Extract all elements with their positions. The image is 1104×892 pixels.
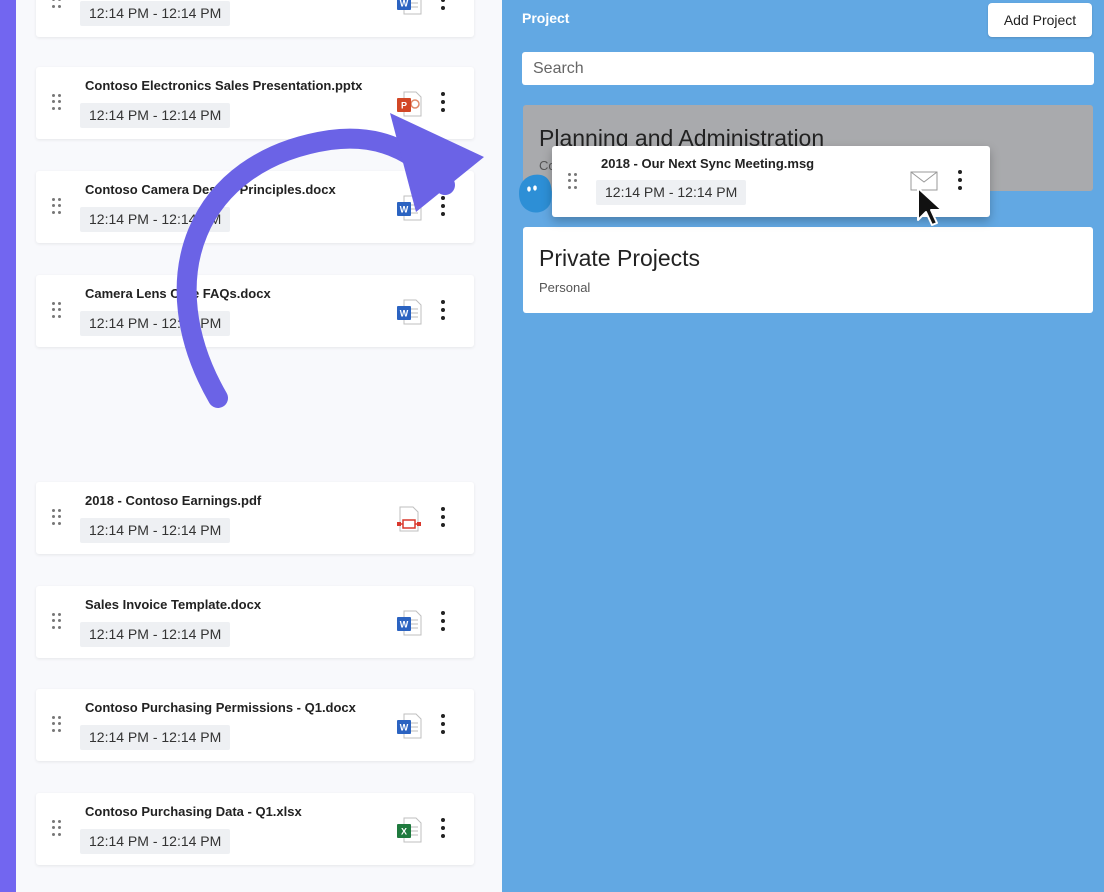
file-card[interactable]: Contoso Purchasing Data - Q1.xlsx 12:14 … bbox=[36, 793, 474, 865]
svg-text:W: W bbox=[400, 309, 409, 319]
drag-handle-icon[interactable] bbox=[52, 94, 62, 110]
time-chip: 12:14 PM - 12:14 PM bbox=[80, 518, 231, 543]
time-chip: 12:14 PM - 12:14 PM bbox=[80, 207, 231, 232]
powerpoint-icon: P bbox=[397, 91, 422, 117]
projects-panel: Project Add Project Planning and Adminis… bbox=[502, 0, 1104, 892]
drag-handle-icon[interactable] bbox=[52, 613, 62, 629]
add-project-button[interactable]: Add Project bbox=[988, 3, 1092, 37]
time-chip: 12:14 PM - 12:14 PM bbox=[80, 311, 231, 336]
time-chip: 12:14 PM - 12:14 PM bbox=[80, 725, 231, 750]
file-name: 2018 - Contoso Earnings.pdf bbox=[85, 493, 262, 508]
drag-handle-icon[interactable] bbox=[52, 302, 62, 318]
more-options-icon[interactable] bbox=[439, 507, 447, 527]
file-name: 2018 - Our Next Sync Meeting.msg bbox=[601, 156, 815, 171]
drag-handle-icon[interactable] bbox=[52, 716, 62, 732]
excel-icon: X bbox=[397, 817, 422, 843]
word-icon: W bbox=[397, 713, 422, 739]
svg-text:W: W bbox=[400, 0, 409, 9]
project-name: Private Projects bbox=[539, 245, 701, 271]
file-list-panel: 12:14 PM - 12:14 PM W Contoso Electronic… bbox=[16, 0, 502, 892]
more-options-icon[interactable] bbox=[439, 300, 447, 320]
more-options-icon[interactable] bbox=[439, 92, 447, 112]
drag-handle-icon[interactable] bbox=[52, 198, 62, 214]
file-card[interactable]: Contoso Camera Design Principles.docx 12… bbox=[36, 171, 474, 243]
time-chip: 12:14 PM - 12:14 PM bbox=[80, 622, 231, 647]
project-subtitle: Personal bbox=[539, 280, 591, 295]
mascot-icon bbox=[519, 174, 552, 213]
word-icon: W bbox=[397, 610, 422, 636]
svg-text:X: X bbox=[401, 827, 407, 837]
svg-text:W: W bbox=[400, 620, 409, 630]
svg-text:W: W bbox=[400, 723, 409, 733]
more-options-icon[interactable] bbox=[956, 170, 964, 190]
drag-handle-icon[interactable] bbox=[52, 0, 62, 8]
file-name: Sales Invoice Template.docx bbox=[85, 597, 262, 612]
file-name: Camera Lens Care FAQs.docx bbox=[85, 286, 271, 301]
file-card[interactable]: Contoso Electronics Sales Presentation.p… bbox=[36, 67, 474, 139]
file-card[interactable]: Sales Invoice Template.docx 12:14 PM - 1… bbox=[36, 586, 474, 658]
time-chip: 12:14 PM - 12:14 PM bbox=[80, 103, 231, 128]
word-icon: W bbox=[397, 299, 422, 325]
file-card[interactable]: Camera Lens Care FAQs.docx 12:14 PM - 12… bbox=[36, 275, 474, 347]
word-icon: W bbox=[397, 195, 422, 221]
svg-text:W: W bbox=[400, 205, 409, 215]
time-chip: 12:14 PM - 12:14 PM bbox=[80, 829, 231, 854]
time-chip: 12:14 PM - 12:14 PM bbox=[596, 180, 747, 205]
file-name: Contoso Camera Design Principles.docx bbox=[85, 182, 336, 197]
time-chip: 12:14 PM - 12:14 PM bbox=[80, 1, 231, 26]
file-name: Contoso Purchasing Permissions - Q1.docx bbox=[85, 700, 356, 715]
svg-text:P: P bbox=[401, 101, 407, 111]
file-name: Contoso Electronics Sales Presentation.p… bbox=[85, 78, 363, 93]
drag-handle-icon[interactable] bbox=[52, 820, 62, 836]
file-card[interactable]: 2018 - Contoso Earnings.pdf 12:14 PM - 1… bbox=[36, 482, 474, 554]
more-options-icon[interactable] bbox=[439, 196, 447, 216]
file-name: Contoso Purchasing Data - Q1.xlsx bbox=[85, 804, 302, 819]
mouse-cursor-icon bbox=[917, 187, 943, 226]
more-options-icon[interactable] bbox=[439, 714, 447, 734]
file-card[interactable]: 12:14 PM - 12:14 PM W bbox=[36, 0, 474, 37]
more-options-icon[interactable] bbox=[439, 818, 447, 838]
pdf-icon bbox=[397, 506, 421, 532]
panel-title: Project bbox=[522, 10, 570, 26]
search-input[interactable] bbox=[522, 52, 1094, 85]
drag-handle-icon[interactable] bbox=[52, 509, 62, 525]
drag-handle-icon[interactable] bbox=[568, 173, 578, 189]
more-options-icon[interactable] bbox=[439, 0, 447, 10]
file-card[interactable]: Contoso Purchasing Permissions - Q1.docx… bbox=[36, 689, 474, 761]
more-options-icon[interactable] bbox=[439, 611, 447, 631]
word-icon: W bbox=[397, 0, 422, 15]
project-card[interactable]: Private Projects Personal bbox=[523, 227, 1093, 313]
